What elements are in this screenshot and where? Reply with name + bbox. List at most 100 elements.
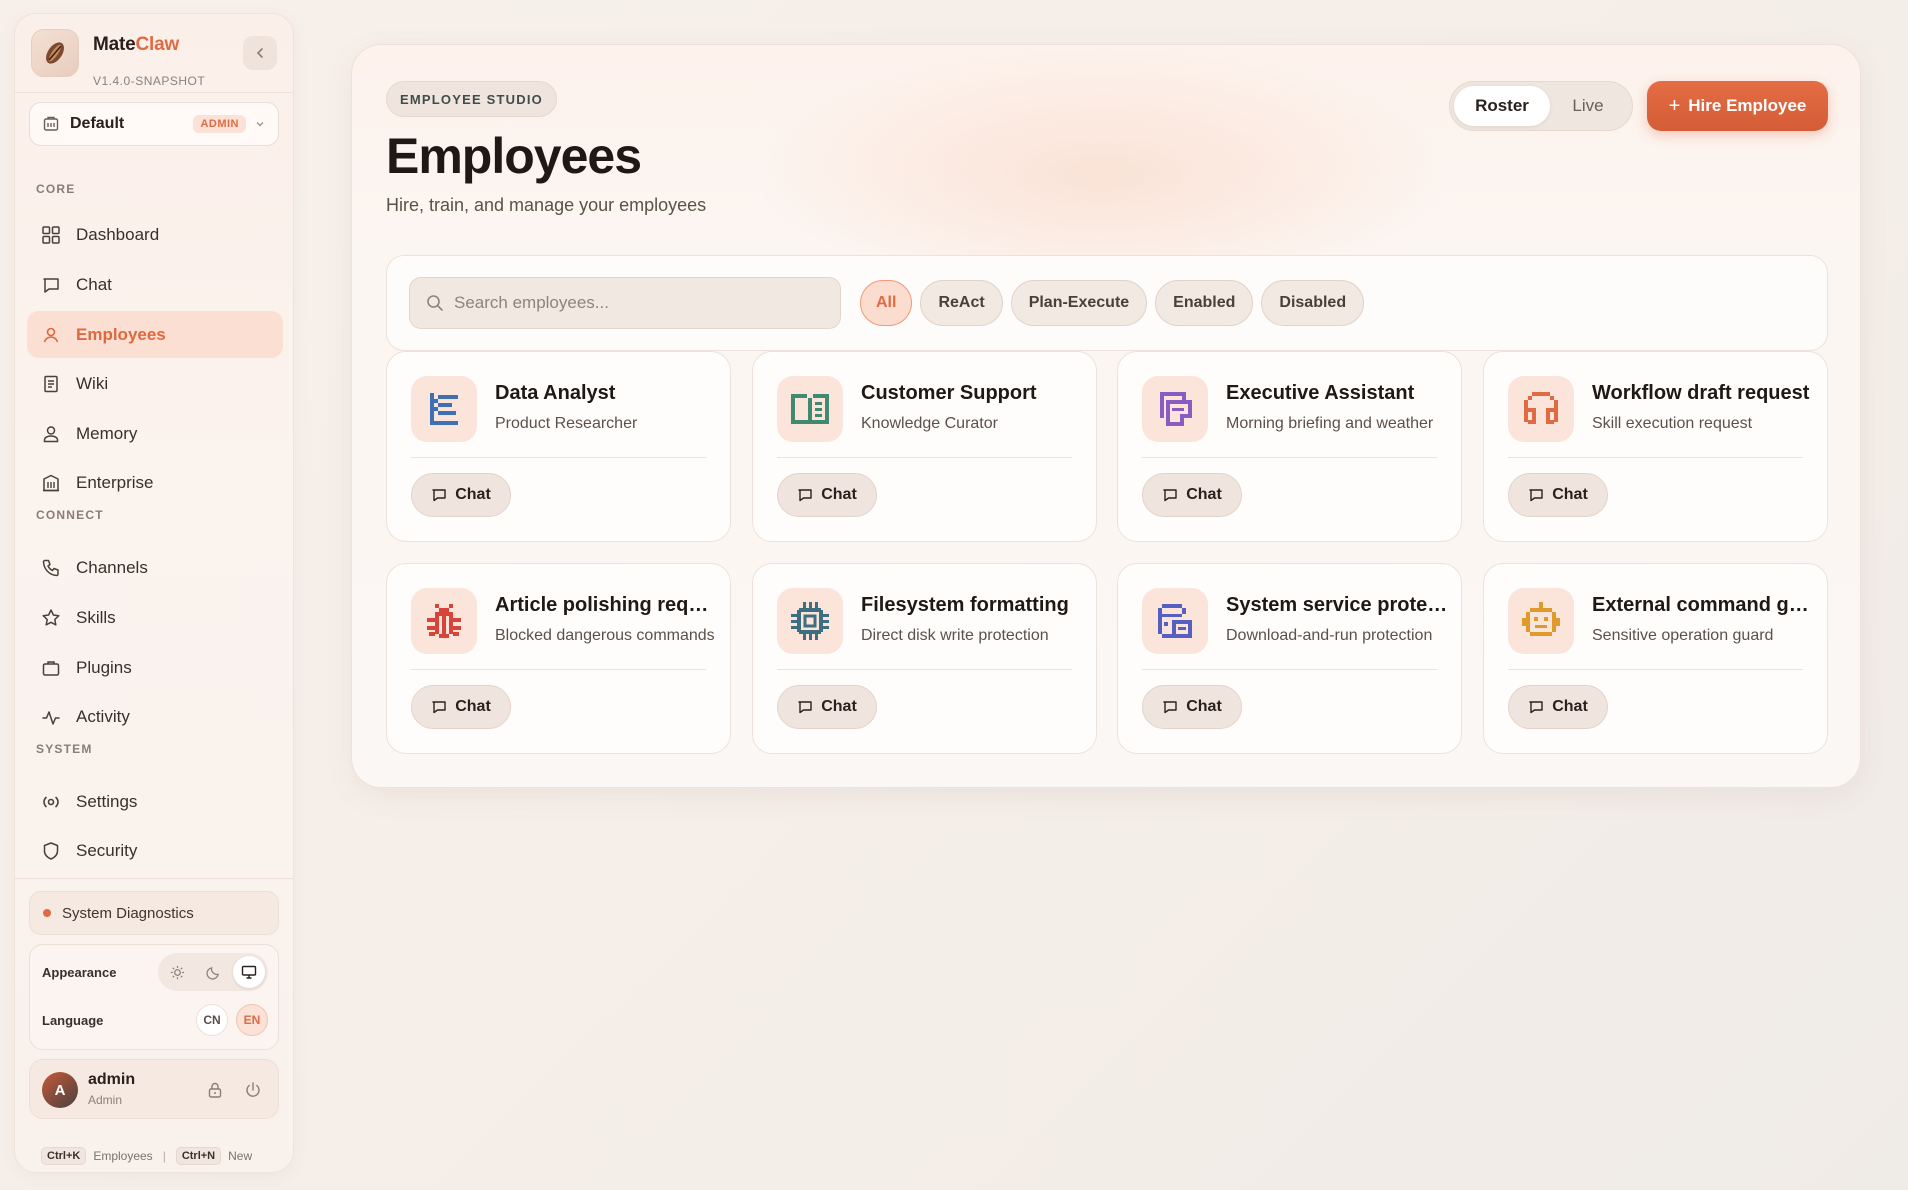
separator: | [162,1149,166,1163]
sidebar-item-label: Settings [76,791,138,811]
filter-enabled[interactable]: Enabled [1155,280,1254,326]
filter-bar: All ReAct Plan-Execute Enabled Disabled [386,255,1828,351]
section-label-connect: CONNECT [36,508,104,522]
sidebar-item-wiki[interactable]: Wiki [27,360,283,407]
divider [15,878,293,879]
employee-desc: Download-and-run protection [1226,627,1433,644]
avatar[interactable]: A [42,1072,78,1108]
monitor-icon [241,965,257,979]
lang-cn-button[interactable]: CN [196,1004,228,1036]
light-mode-button[interactable] [161,956,193,988]
sidebar-item-settings[interactable]: Settings [27,778,283,825]
employee-avatar [777,588,843,654]
appearance-label: Appearance [42,964,117,980]
settings-icon [43,796,59,807]
filter-plan-execute[interactable]: Plan-Execute [1010,280,1148,326]
sidebar-item-skills[interactable]: Skills [27,594,283,641]
shield-icon [43,841,59,860]
view-toggle: Roster Live [1449,81,1633,131]
sidebar-item-activity[interactable]: Activity [27,693,283,740]
open-book-icon [791,394,829,424]
chat-icon [1529,701,1543,714]
status-dot [43,909,51,917]
divider [777,457,1072,458]
sidebar-item-label: Security [76,840,138,860]
sidebar-item-channels[interactable]: Channels [27,544,283,591]
building-icon [43,474,59,491]
chat-button[interactable]: Chat [777,685,877,729]
user-panel: A admin Admin [29,1059,279,1119]
filter-disabled[interactable]: Disabled [1261,280,1365,326]
filter-react[interactable]: ReAct [920,280,1003,326]
chat-button[interactable]: Chat [411,473,511,517]
keyboard-shortcuts: Ctrl+K Employees | Ctrl+N New [41,1147,252,1165]
tab-live[interactable]: Live [1550,86,1626,126]
preferences-panel: Appearance Language CN EN [29,944,279,1050]
plus-icon: + [1668,94,1681,117]
shortcut-label: New [228,1149,253,1163]
shortcut-key: Ctrl+N [175,1147,222,1165]
divider [1508,457,1803,458]
chat-button[interactable]: Chat [411,685,511,729]
app-logo [31,29,79,77]
chat-button[interactable]: Chat [777,473,877,517]
employee-avatar [411,588,477,654]
employee-card[interactable]: Executive Assistant Morning briefing and… [1117,351,1462,542]
tab-roster[interactable]: Roster [1454,86,1550,126]
sidebar-item-label: Activity [76,706,130,726]
employee-card[interactable]: Workflow draft request Skill execution r… [1483,351,1828,542]
filter-all[interactable]: All [860,280,913,326]
sidebar-item-label: Wiki [76,373,109,393]
chat-label: Chat [1186,486,1222,503]
logout-button[interactable] [240,1077,266,1103]
employee-avatar [1508,588,1574,654]
employee-card[interactable]: Customer Support Knowledge Curator Chat [752,351,1097,542]
chat-button[interactable]: Chat [1508,473,1608,517]
chat-label: Chat [821,486,857,503]
workspace-switcher[interactable]: Default ADMIN [29,102,279,146]
hire-employee-button[interactable]: + Hire Employee [1647,81,1828,131]
chat-button[interactable]: Chat [1142,685,1242,729]
chat-button[interactable]: Chat [1142,473,1242,517]
divider [1508,669,1803,670]
search-box [409,277,841,329]
sidebar-item-chat[interactable]: Chat [27,261,283,308]
collapse-sidebar-button[interactable] [243,36,277,70]
employee-name: Workflow draft request [1592,382,1810,404]
search-input[interactable] [454,293,814,313]
lang-en-button[interactable]: EN [236,1004,268,1036]
sidebar-item-label: Chat [76,274,112,294]
employee-card[interactable]: Data Analyst Product Researcher Chat [386,351,731,542]
employee-card[interactable]: Filesystem formatting Direct disk write … [752,563,1097,754]
book-icon [44,375,58,392]
lock-button[interactable] [202,1077,228,1103]
sidebar-item-label: Skills [76,607,116,627]
employee-card[interactable]: System service protection Download-and-r… [1117,563,1462,754]
system-mode-button[interactable] [233,956,265,988]
employee-name: Article polishing request [495,594,720,616]
divider [411,457,706,458]
chat-icon [432,701,446,714]
employee-card[interactable]: External command guard Sensitive operati… [1483,563,1828,754]
sidebar-item-security[interactable]: Security [27,827,283,874]
sidebar-item-label: Plugins [76,657,132,677]
sidebar-item-employees[interactable]: Employees [27,311,283,358]
sidebar: MateClaw V1.4.0-SNAPSHOT Default ADMIN C… [14,13,294,1173]
employee-avatar [777,376,843,442]
sidebar-item-memory[interactable]: Memory [27,410,283,457]
employee-avatar [1508,376,1574,442]
chat-icon [1163,701,1177,714]
shortcut-key: Ctrl+K [41,1147,87,1165]
system-diagnostics-button[interactable]: System Diagnostics [29,891,279,935]
filter-chips: All ReAct Plan-Execute Enabled Disabled [860,280,1365,326]
power-icon [246,1082,260,1097]
sidebar-item-plugins[interactable]: Plugins [27,644,283,691]
eyebrow-badge: EMPLOYEE STUDIO [386,81,557,117]
chat-button[interactable]: Chat [1508,685,1608,729]
employee-card[interactable]: Article polishing request Blocked danger… [386,563,731,754]
dark-mode-button[interactable] [197,956,229,988]
sidebar-item-enterprise[interactable]: Enterprise [27,459,283,506]
sidebar-item-dashboard[interactable]: Dashboard [27,211,283,258]
chat-icon [43,277,59,293]
employee-desc: Knowledge Curator [861,415,998,432]
